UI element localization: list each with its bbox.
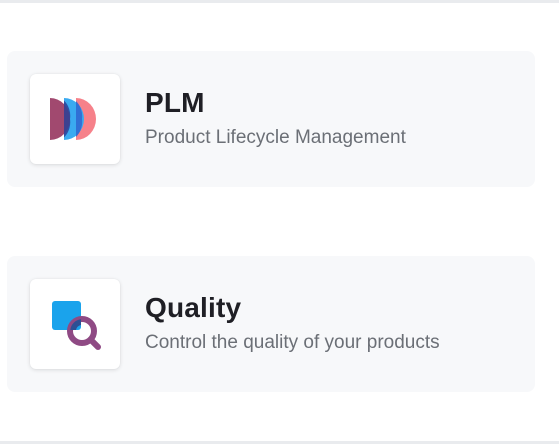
quality-magnifier-icon bbox=[30, 279, 120, 369]
app-description-plm: Product Lifecycle Management bbox=[145, 127, 406, 148]
app-card-plm[interactable]: PLM Product Lifecycle Management bbox=[7, 51, 535, 187]
plm-icon bbox=[30, 74, 120, 164]
app-title-plm: PLM bbox=[145, 87, 205, 118]
app-card-quality[interactable]: Quality Control the quality of your prod… bbox=[7, 256, 535, 392]
app-title-quality: Quality bbox=[145, 292, 242, 323]
app-description-quality: Control the quality of your products bbox=[145, 332, 440, 353]
top-divider bbox=[0, 0, 559, 3]
